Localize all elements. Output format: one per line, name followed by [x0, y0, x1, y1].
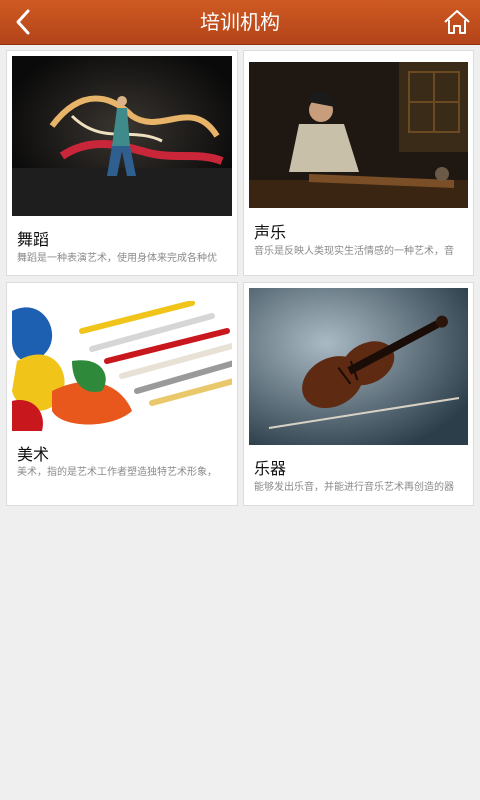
card-description: 舞蹈是一种表演艺术，使用身体来完成各种优: [17, 253, 217, 264]
card-title: 舞蹈: [17, 230, 50, 249]
course-card-dance[interactable]: 舞蹈 舞蹈是一种表演艺术，使用身体来完成各种优: [6, 50, 238, 276]
card-title: 乐器: [254, 459, 287, 478]
card-title: 美术: [17, 445, 50, 464]
dance-image: [12, 56, 232, 216]
course-card-instrument[interactable]: 乐器 能够发出乐音，并能进行音乐艺术再创造的器: [243, 282, 474, 506]
home-button[interactable]: [442, 6, 472, 38]
home-icon: [444, 10, 470, 34]
violin-image: [249, 288, 468, 445]
app-header: 培训机构: [0, 0, 480, 45]
vocal-music-image: [249, 62, 468, 208]
card-description: 能够发出乐音，并能进行音乐艺术再创造的器: [254, 482, 454, 493]
card-description: 美术，指的是艺术工作者塑造独特艺术形象，: [17, 467, 217, 478]
course-card-vocal[interactable]: 声乐 音乐是反映人类现实生活情感的一种艺术，音: [243, 50, 474, 276]
art-image: [12, 301, 232, 431]
course-card-art[interactable]: 美术 美术，指的是艺术工作者塑造独特艺术形象，: [6, 282, 238, 506]
card-title: 声乐: [254, 223, 287, 242]
card-description: 音乐是反映人类现实生活情感的一种艺术，音: [254, 246, 454, 257]
page-title: 培训机构: [200, 10, 280, 34]
